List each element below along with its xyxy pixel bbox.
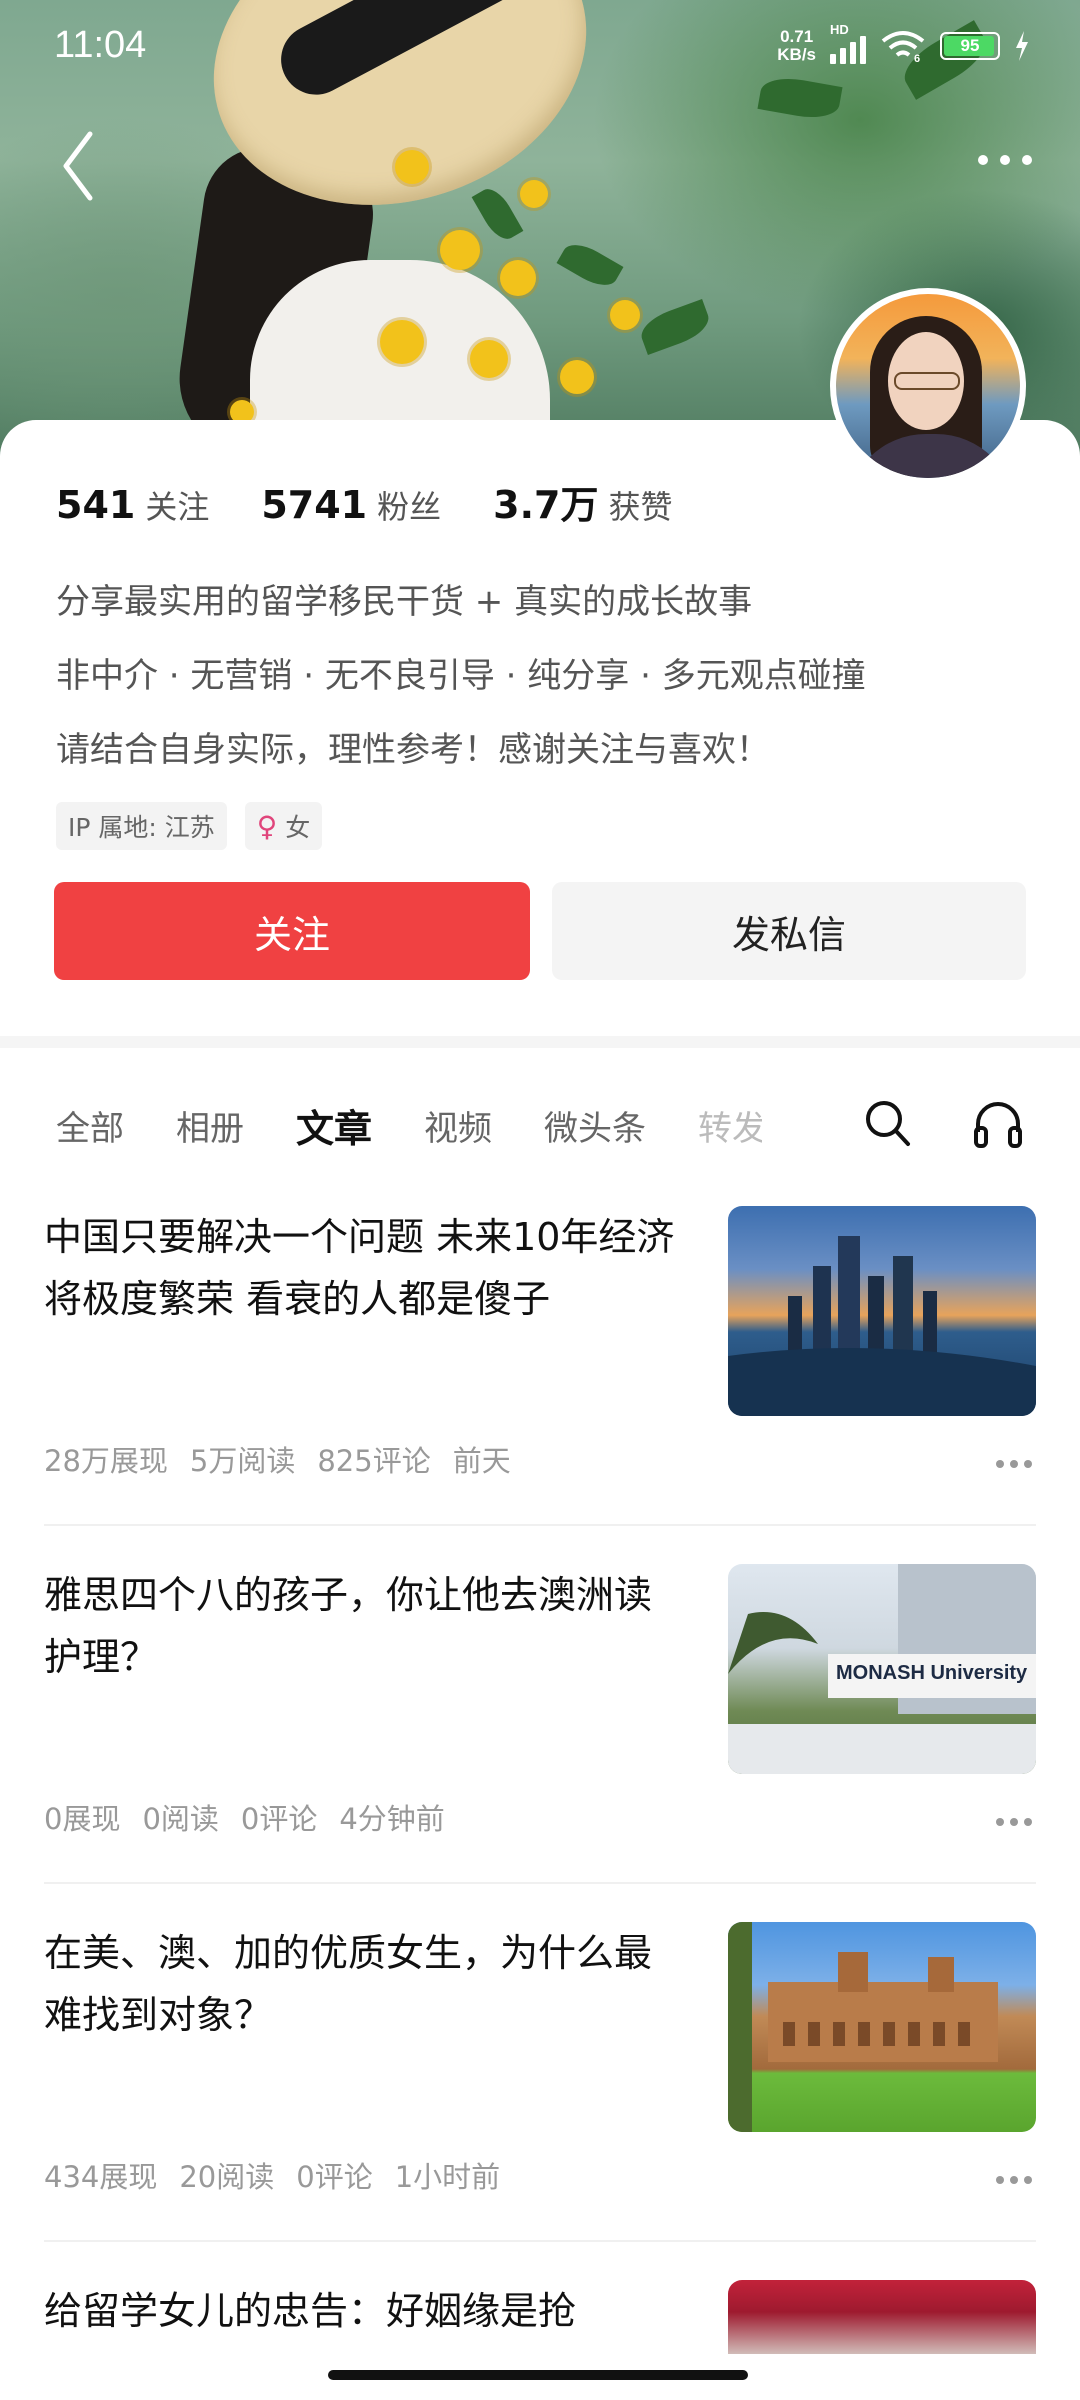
article-thumbnail[interactable] (728, 1922, 1036, 2132)
female-icon: ♀ (256, 809, 278, 843)
article-meta: 0展现 0阅读 0评论 4分钟前 (44, 1796, 445, 1838)
cover-flower (560, 360, 594, 394)
article-impressions: 0展现 (44, 1802, 121, 1836)
avatar[interactable] (830, 288, 1026, 484)
stat-following[interactable]: 541 关注 (56, 482, 209, 528)
ip-location-tag: IP 属地: 江苏 (56, 802, 227, 850)
home-indicator[interactable] (328, 2370, 748, 2380)
stat-label: 获赞 (608, 488, 673, 526)
article-reads: 0阅读 (142, 1802, 219, 1836)
bio-line: 分享最实用的留学移民干货 + 真实的成长故事 (56, 582, 753, 622)
article-time: 4分钟前 (339, 1802, 445, 1836)
article-reads: 20阅读 (179, 2160, 275, 2194)
article-divider (44, 1882, 1036, 1884)
article-comments: 0评论 (296, 2160, 373, 2194)
article-meta: 434展现 20阅读 0评论 1小时前 (44, 2154, 500, 2196)
more-icon[interactable] (970, 140, 1040, 180)
article-comments: 825评论 (317, 1444, 431, 1478)
headphone-icon[interactable] (970, 1096, 1026, 1152)
cover-flower (440, 230, 480, 270)
article-title[interactable]: 中国只要解决一个问题 未来10年经济将极度繁荣 看衰的人都是傻子 (44, 1206, 684, 1330)
article-impressions: 28万展现 (44, 1444, 168, 1478)
section-divider (0, 1036, 1080, 1048)
signal-icon: HD (830, 22, 866, 64)
tab-micro-posts[interactable]: 微头条 (544, 1101, 646, 1150)
net-speed-value: 0.71 (780, 27, 814, 46)
tab-album[interactable]: 相册 (176, 1101, 244, 1150)
svg-text:6: 6 (914, 53, 920, 63)
content-tabs: 全部 相册 文章 视频 微头条 转发 (56, 1098, 814, 1153)
article-impressions: 434展现 (44, 2160, 158, 2194)
bio-line: 请结合自身实际，理性参考！感谢关注与喜欢！ (56, 730, 770, 770)
charging-icon (1016, 31, 1028, 61)
stat-likes[interactable]: 3.7万 获赞 (493, 474, 672, 529)
stat-followers[interactable]: 5741 粉丝 (261, 482, 441, 528)
stat-number: 541 (56, 483, 136, 527)
more-icon[interactable] (994, 1814, 1034, 1830)
net-speed-unit: KB/s (777, 45, 816, 64)
stat-number: 3.7万 (493, 483, 599, 527)
more-icon[interactable] (994, 2172, 1034, 2188)
article-time: 前天 (452, 1444, 511, 1478)
profile-stats: 541 关注 5741 粉丝 3.7万 获赞 (56, 474, 672, 529)
hd-label: HD (830, 22, 849, 37)
ip-location-text: IP 属地: 江苏 (68, 813, 215, 842)
cover-leaf (556, 237, 624, 293)
article-divider (44, 2240, 1036, 2242)
stat-label: 关注 (145, 488, 210, 526)
message-button[interactable]: 发私信 (552, 882, 1026, 980)
battery-level: 95 (960, 36, 980, 55)
article-comments: 0评论 (240, 1802, 318, 1836)
wifi-icon: 6 (881, 31, 925, 63)
gender-text: 女 (285, 813, 311, 842)
more-icon[interactable] (994, 1456, 1034, 1472)
article-thumbnail[interactable]: MONASH University (728, 1564, 1036, 1774)
stat-number: 5741 (261, 483, 368, 527)
follow-button[interactable]: 关注 (54, 882, 530, 980)
tab-articles[interactable]: 文章 (296, 1098, 372, 1153)
cover-flower (470, 340, 508, 378)
cover-flower (610, 300, 640, 330)
article-meta: 28万展现 5万阅读 825评论 前天 (44, 1438, 511, 1480)
article-time: 1小时前 (394, 2160, 501, 2194)
status-time: 11:04 (54, 24, 147, 66)
tab-videos[interactable]: 视频 (424, 1101, 492, 1150)
cover-leaf (636, 299, 714, 355)
network-speed: 0.71 KB/s (777, 28, 816, 64)
cover-leaf (471, 183, 524, 245)
cover-flower (500, 260, 536, 296)
tab-reposts[interactable]: 转发 (698, 1101, 762, 1150)
status-bar: 11:04 0.71 KB/s HD 6 95 (0, 0, 1080, 96)
cover-flower (380, 320, 424, 364)
article-thumbnail[interactable] (728, 1206, 1036, 1416)
article-thumbnail[interactable] (728, 2280, 1036, 2360)
gender-tag: ♀ 女 (244, 802, 323, 850)
bio-line: 非中介 · 无营销 · 无不良引导 · 纯分享 · 多元观点碰撞 (56, 656, 866, 696)
thumb-caption: MONASH University (836, 1662, 1028, 1684)
article-title[interactable]: 雅思四个八的孩子，你让他去澳洲读护理？ (44, 1564, 684, 1688)
profile-tags: IP 属地: 江苏 ♀ 女 (56, 802, 323, 850)
tab-all[interactable]: 全部 (56, 1101, 124, 1150)
cover-flower (395, 150, 429, 184)
article-divider (44, 1524, 1036, 1526)
article-title[interactable]: 在美、澳、加的优质女生，为什么最难找到对象？ (44, 1922, 684, 2046)
stat-label: 粉丝 (377, 488, 442, 526)
battery-icon: 95 (940, 32, 1000, 60)
article-reads: 5万阅读 (189, 1444, 296, 1478)
cover-flower (520, 180, 548, 208)
back-arrow-icon[interactable] (56, 126, 116, 206)
search-icon[interactable] (862, 1096, 912, 1150)
article-title[interactable]: 给留学女儿的忠告：好姻缘是抢 (44, 2280, 704, 2342)
